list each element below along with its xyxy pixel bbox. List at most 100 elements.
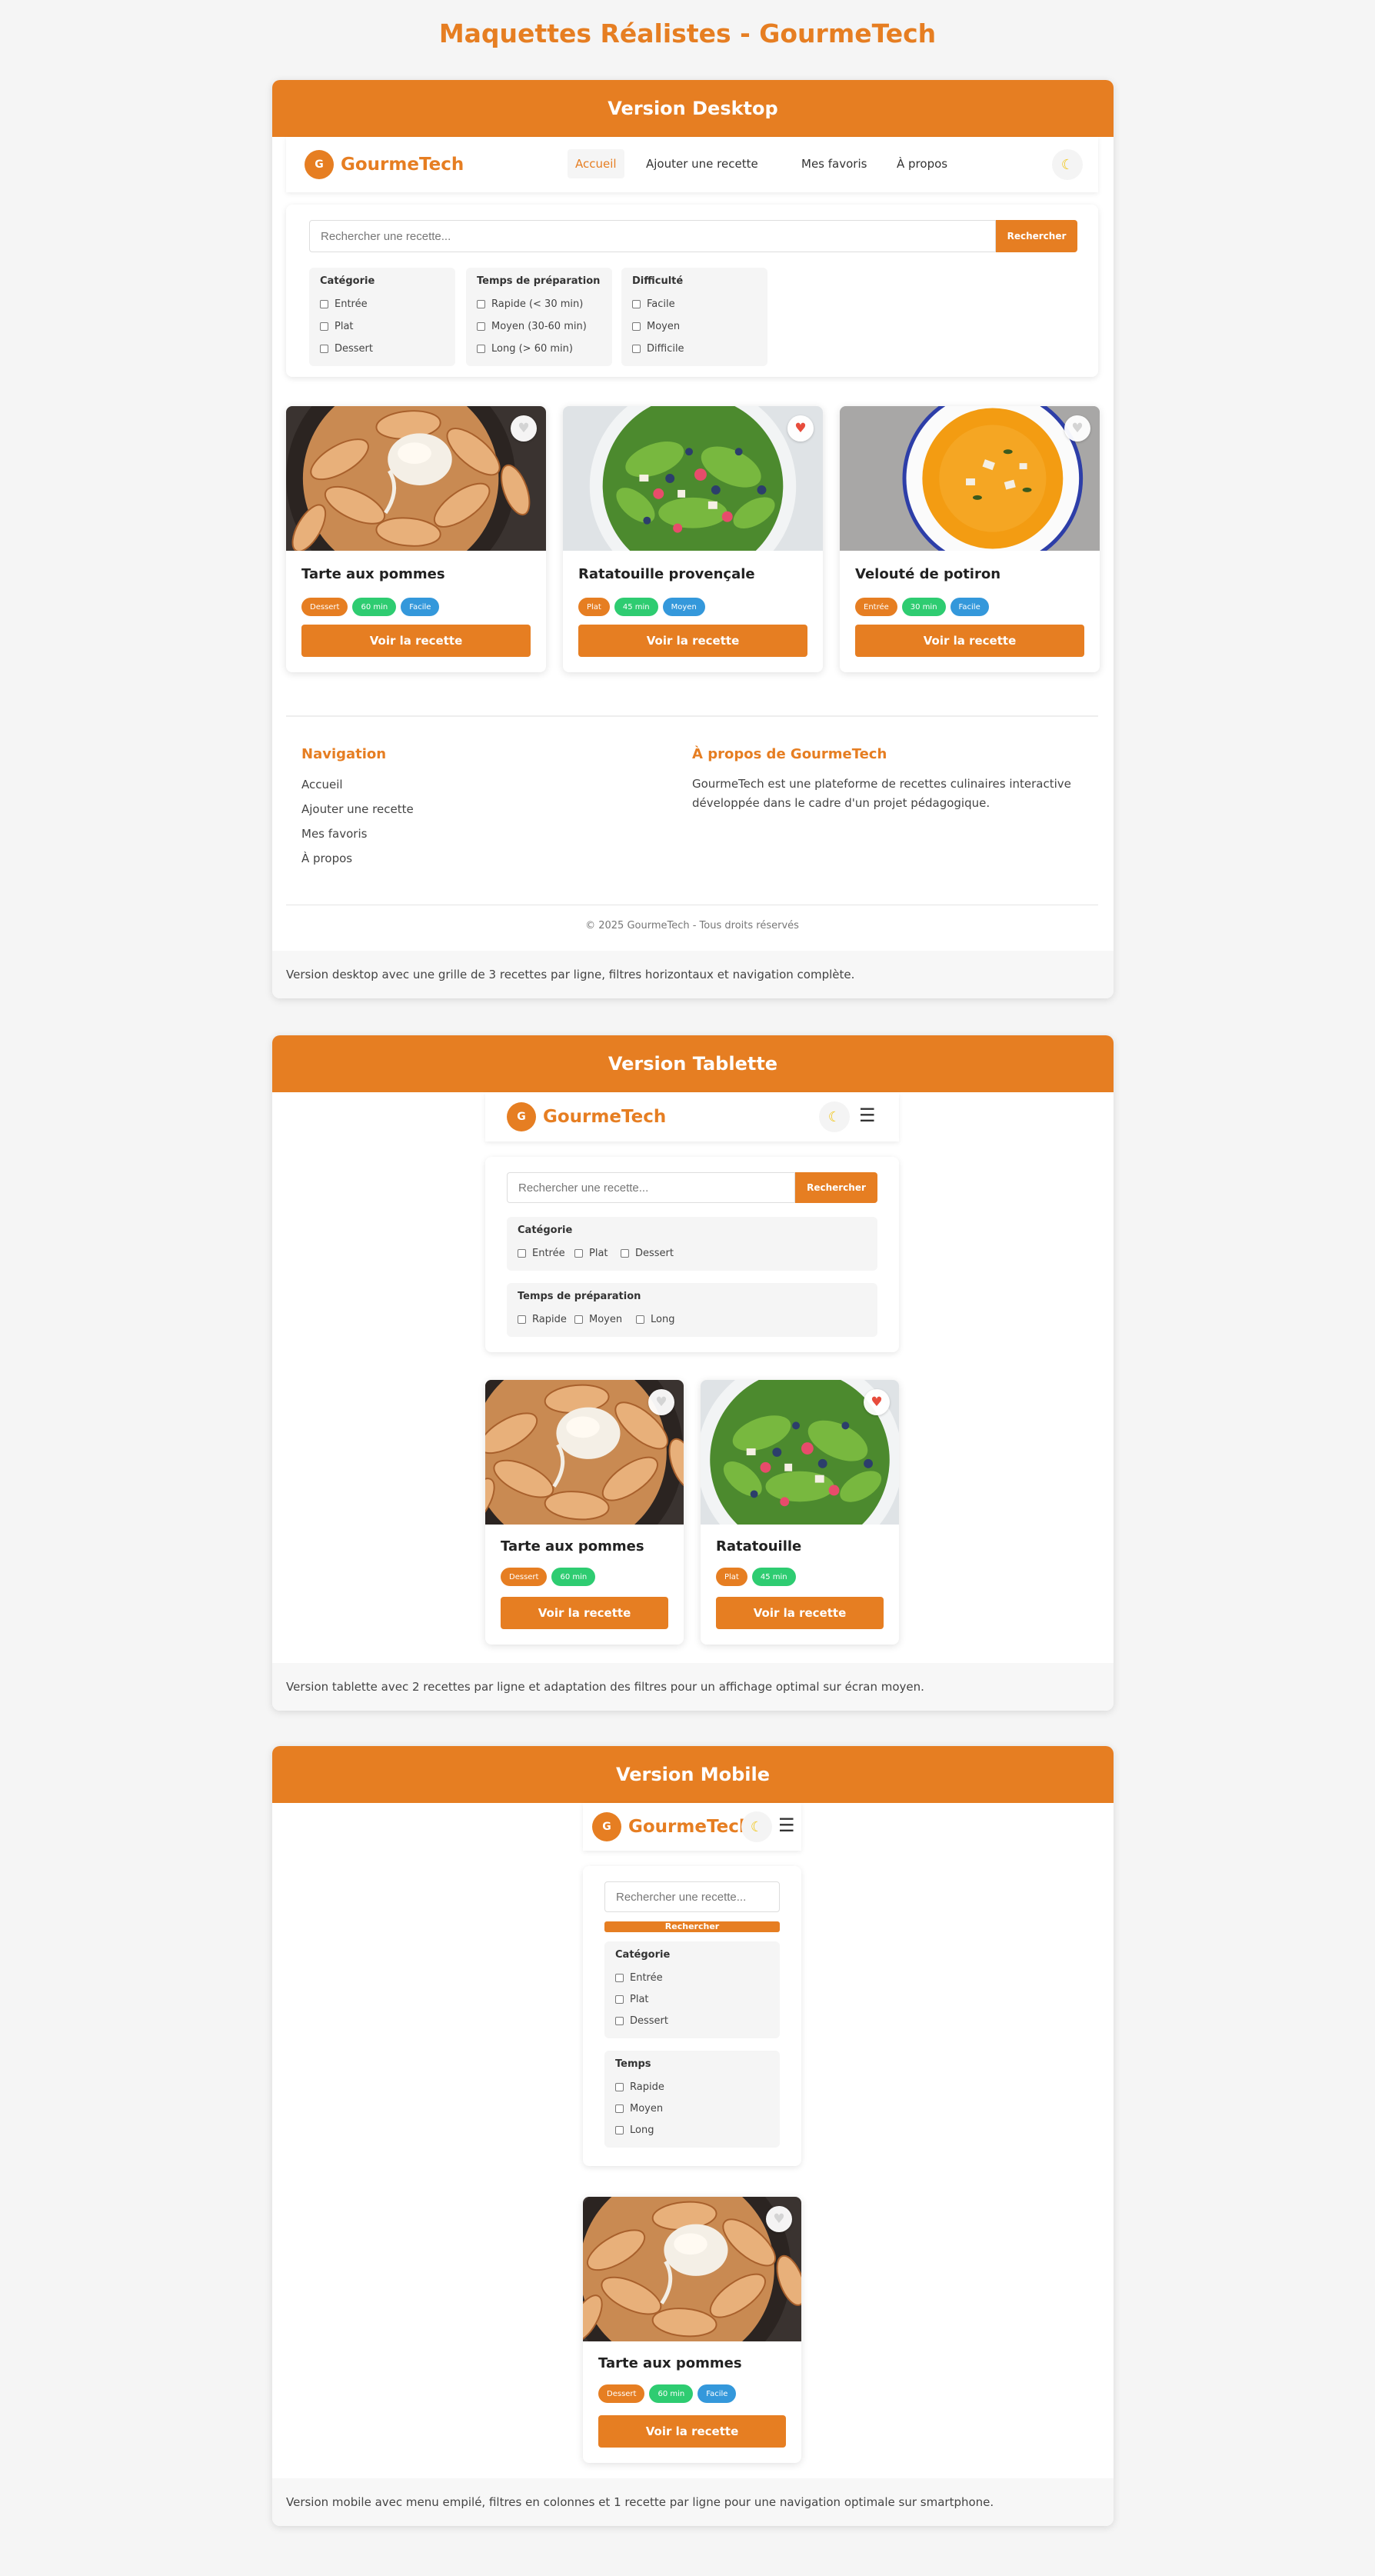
view-recipe-button[interactable]: Voir la recette [301, 625, 531, 657]
filter-option-moyen[interactable]: Moyen (30-60 min) [477, 321, 587, 332]
filter-option-long[interactable]: Long [636, 1314, 674, 1325]
footer-link-home[interactable]: Accueil [301, 778, 343, 791]
filter-option-plat[interactable]: Plat [320, 321, 354, 332]
filter-option-moyen[interactable]: Moyen [632, 321, 680, 332]
filter-option-dessert[interactable]: Dessert [621, 1248, 674, 1259]
footer-link-favorites[interactable]: Mes favoris [301, 827, 367, 841]
favorite-heart-icon[interactable]: ♥ [1064, 415, 1090, 442]
mobile-search-input[interactable] [604, 1881, 780, 1912]
checkbox[interactable] [615, 2104, 624, 2113]
brand-logo[interactable]: G GourmeTech [592, 1812, 751, 1841]
recipe-card[interactable]: ♥ Tarte aux pommes Dessert 60 min Facile… [286, 406, 546, 672]
view-recipe-button[interactable]: Voir la recette [501, 1597, 668, 1629]
filter-option-plat[interactable]: Plat [574, 1248, 608, 1259]
desktop-search-bar: Rechercher [309, 220, 1077, 252]
filter-option-dessert[interactable]: Dessert [615, 2015, 668, 2027]
recipe-card[interactable]: ♥ Ratatouille provençale Plat 45 min Moy… [563, 406, 823, 672]
filter-option-facile[interactable]: Facile [632, 298, 675, 310]
checkbox[interactable] [477, 345, 485, 353]
recipe-card[interactable]: ♥ Ratatouille Plat 45 min Voir la recett… [701, 1380, 899, 1645]
checkbox[interactable] [632, 322, 641, 331]
brand-name: GourmeTech [628, 1817, 752, 1837]
recipe-tags: Plat 45 min [716, 1568, 796, 1586]
filter-option-long[interactable]: Long [615, 2124, 654, 2136]
desktop-nav-item-add-recipe[interactable]: Ajouter une recette [646, 157, 758, 171]
desktop-navbar: G GourmeTech Accueil Ajouter une recette… [286, 137, 1098, 192]
footer-nav-title: Navigation [301, 746, 387, 762]
copyright: © 2025 GourmeTech - Tous droits réservés [585, 920, 799, 931]
recipe-tags: Dessert 60 min Facile [598, 2384, 737, 2403]
checkbox[interactable] [615, 2083, 624, 2091]
view-recipe-button[interactable]: Voir la recette [855, 625, 1084, 657]
recipe-card[interactable]: ♥ Tarte aux pommes Dessert 60 min Facile… [583, 2197, 801, 2463]
filter-option-moyen[interactable]: Moyen [574, 1314, 622, 1325]
filter-option-difficile[interactable]: Difficile [632, 343, 684, 355]
tag-category: Dessert [301, 598, 348, 616]
checkbox[interactable] [518, 1249, 526, 1258]
checkbox[interactable] [320, 322, 328, 331]
recipe-card[interactable]: ♥ Velouté de potiron Entrée 30 min Facil… [840, 406, 1100, 672]
mobile-filter-panel: Rechercher Catégorie Entrée Plat Dessert… [583, 1866, 801, 2166]
tag-category: Plat [578, 598, 610, 616]
view-recipe-button[interactable]: Voir la recette [578, 625, 807, 657]
view-recipe-button[interactable]: Voir la recette [598, 2415, 786, 2448]
checkbox[interactable] [615, 2017, 624, 2025]
filter-option-moyen[interactable]: Moyen [615, 2103, 663, 2114]
filter-option-entree[interactable]: Entrée [518, 1248, 565, 1259]
checkbox[interactable] [477, 300, 485, 308]
checkbox[interactable] [615, 1995, 624, 2004]
theme-toggle-moon-icon[interactable]: ☾ [741, 1811, 772, 1842]
brand-logo[interactable]: G GourmeTech [507, 1102, 666, 1131]
checkbox[interactable] [615, 1974, 624, 1982]
desktop-search-input[interactable] [309, 220, 996, 252]
footer-link-add-recipe[interactable]: Ajouter une recette [301, 802, 414, 816]
desktop-nav-item-favorites[interactable]: Mes favoris [801, 157, 867, 171]
theme-toggle-moon-icon[interactable]: ☾ [819, 1101, 850, 1132]
tablet-section: Version Tablette G GourmeTech ☾ ☰ Recher… [272, 1035, 1114, 1711]
favorite-heart-icon[interactable]: ♥ [766, 2206, 792, 2232]
logo-icon: G [507, 1102, 536, 1131]
checkbox[interactable] [636, 1315, 644, 1324]
checkbox[interactable] [477, 322, 485, 331]
view-recipe-button[interactable]: Voir la recette [716, 1597, 884, 1629]
checkbox[interactable] [320, 300, 328, 308]
desktop-nav-item-home[interactable]: Accueil [568, 149, 624, 178]
filter-option-entree[interactable]: Entrée [320, 298, 368, 310]
tablet-search-input[interactable] [507, 1172, 795, 1203]
favorite-heart-icon[interactable]: ♥ [511, 415, 537, 442]
hamburger-menu-icon[interactable]: ☰ [778, 1815, 795, 1836]
desktop-search-button[interactable]: Rechercher [996, 220, 1077, 252]
tag-difficulty: Facile [401, 598, 440, 616]
theme-toggle-moon-icon[interactable]: ☾ [1052, 149, 1083, 180]
favorite-heart-icon[interactable]: ♥ [787, 415, 814, 442]
checkbox[interactable] [518, 1315, 526, 1324]
checkbox[interactable] [574, 1315, 583, 1324]
checkbox[interactable] [632, 345, 641, 353]
recipe-card[interactable]: ♥ Tarte aux pommes Dessert 60 min Voir l… [485, 1380, 684, 1645]
footer-about-text-line2: développée dans le cadre d'un projet péd… [692, 796, 990, 810]
filter-option-dessert[interactable]: Dessert [320, 343, 373, 355]
hamburger-menu-icon[interactable]: ☰ [859, 1105, 876, 1126]
checkbox[interactable] [621, 1249, 629, 1258]
desktop-nav-item-about[interactable]: À propos [897, 157, 947, 171]
filter-title: Temps [615, 2058, 651, 2070]
tablet-search-button[interactable]: Rechercher [795, 1172, 877, 1203]
filter-option-rapide[interactable]: Rapide [518, 1314, 567, 1325]
mobile-search-button[interactable]: Rechercher [604, 1921, 780, 1932]
filter-option-long[interactable]: Long (> 60 min) [477, 343, 573, 355]
brand-logo[interactable]: G GourmeTech [305, 150, 464, 179]
filter-option-entree[interactable]: Entrée [615, 1972, 663, 1984]
filter-title: Catégorie [615, 1949, 671, 1961]
recipe-title: Velouté de potiron [855, 566, 1001, 582]
filter-option-rapide[interactable]: Rapide [615, 2081, 664, 2093]
checkbox[interactable] [320, 345, 328, 353]
checkbox[interactable] [632, 300, 641, 308]
favorite-heart-icon[interactable]: ♥ [648, 1389, 674, 1415]
filter-option-plat[interactable]: Plat [615, 1994, 649, 2005]
footer-link-about[interactable]: À propos [301, 851, 352, 865]
filter-title: Catégorie [320, 275, 375, 287]
filter-option-rapide[interactable]: Rapide (< 30 min) [477, 298, 583, 310]
checkbox[interactable] [574, 1249, 583, 1258]
favorite-heart-icon[interactable]: ♥ [864, 1389, 890, 1415]
checkbox[interactable] [615, 2126, 624, 2134]
